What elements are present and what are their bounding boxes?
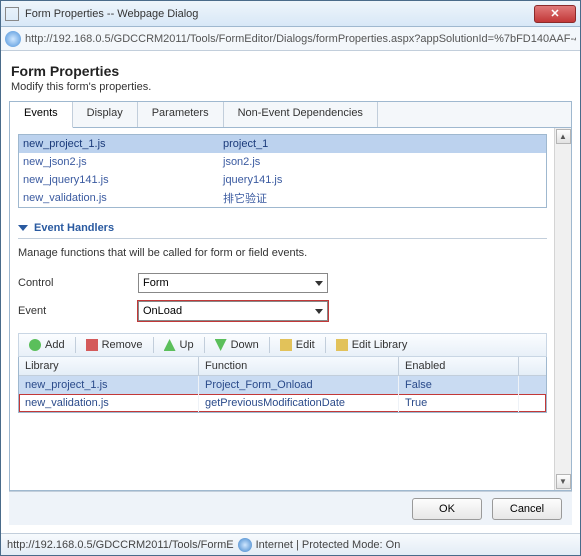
app-icon — [5, 7, 19, 21]
address-bar: http://192.168.0.5/GDCCRM2011/Tools/Form… — [1, 27, 580, 51]
event-row: Event OnLoad — [18, 299, 547, 323]
scroll-up-button[interactable]: ▲ — [556, 129, 571, 144]
dialog-window: Form Properties -- Webpage Dialog ✕ http… — [0, 0, 581, 556]
tab-events[interactable]: Events — [10, 102, 73, 128]
section-description: Manage functions that will be called for… — [18, 247, 547, 259]
cell-library: new_project_1.js — [19, 376, 199, 394]
library-name: project_1 — [223, 138, 268, 150]
status-bar: http://192.168.0.5/GDCCRM2011/Tools/Form… — [1, 533, 580, 555]
event-select[interactable]: OnLoad — [138, 301, 328, 321]
status-zone: Internet | Protected Mode: On — [256, 539, 401, 551]
scroll-down-button[interactable]: ▼ — [556, 474, 571, 489]
grid-row[interactable]: new_validation.js getPreviousModificatio… — [19, 394, 546, 412]
remove-icon — [86, 339, 98, 351]
dialog-button-bar: OK Cancel — [9, 491, 572, 525]
edit-library-button[interactable]: Edit Library — [330, 337, 414, 353]
arrow-down-icon — [215, 339, 227, 351]
grid-row[interactable]: new_project_1.js Project_Form_Onload Fal… — [19, 376, 546, 394]
control-select[interactable]: Form — [138, 273, 328, 293]
close-button[interactable]: ✕ — [534, 5, 576, 23]
library-file: new_jquery141.js — [23, 174, 223, 186]
library-icon — [336, 339, 348, 351]
event-label: Event — [18, 305, 138, 317]
library-row[interactable]: new_jquery141.js jquery141.js — [19, 171, 546, 189]
page-subtitle: Modify this form's properties. — [11, 81, 570, 93]
col-function[interactable]: Function — [199, 357, 399, 375]
arrow-up-icon — [164, 339, 176, 351]
control-value: Form — [143, 277, 169, 289]
library-row[interactable]: new_project_1.js project_1 — [19, 135, 546, 153]
library-row[interactable]: new_validation.js 排它验证 — [19, 189, 546, 207]
title-bar: Form Properties -- Webpage Dialog ✕ — [1, 1, 580, 27]
cell-function: getPreviousModificationDate — [199, 394, 399, 412]
event-handlers-section: Event Handlers Manage functions that wil… — [18, 222, 547, 413]
plus-icon — [29, 339, 41, 351]
chevron-down-icon — [315, 309, 323, 314]
handlers-toolbar: Add Remove Up Down Edit Edit Library — [18, 333, 547, 357]
status-path: http://192.168.0.5/GDCCRM2011/Tools/Form… — [7, 539, 234, 551]
library-name: jquery141.js — [223, 174, 282, 186]
handlers-grid: Library Function Enabled new_project_1.j… — [18, 357, 547, 413]
page-header: Form Properties Modify this form's prope… — [9, 59, 572, 101]
col-library[interactable]: Library — [19, 357, 199, 375]
section-header[interactable]: Event Handlers — [18, 222, 547, 239]
url-text: http://192.168.0.5/GDCCRM2011/Tools/Form… — [25, 33, 576, 45]
page-title: Form Properties — [11, 63, 570, 79]
col-enabled[interactable]: Enabled — [399, 357, 519, 375]
library-name: json2.js — [223, 156, 260, 168]
cell-function: Project_Form_Onload — [199, 376, 399, 394]
down-button[interactable]: Down — [209, 337, 265, 353]
library-row[interactable]: new_json2.js json2.js — [19, 153, 546, 171]
library-file: new_json2.js — [23, 156, 223, 168]
client-area: Form Properties Modify this form's prope… — [1, 51, 580, 533]
ie-icon — [5, 31, 21, 47]
pencil-icon — [280, 339, 292, 351]
section-title: Event Handlers — [34, 222, 114, 234]
main-panel: Events Display Parameters Non-Event Depe… — [9, 101, 572, 491]
control-label: Control — [18, 277, 138, 289]
tab-parameters[interactable]: Parameters — [138, 102, 224, 127]
tab-strip: Events Display Parameters Non-Event Depe… — [10, 102, 571, 128]
grid-header: Library Function Enabled — [19, 357, 546, 376]
chevron-down-icon — [315, 281, 323, 286]
add-button[interactable]: Add — [23, 337, 71, 353]
cell-enabled: False — [399, 376, 519, 394]
tab-non-event-dependencies[interactable]: Non-Event Dependencies — [224, 102, 378, 127]
remove-button[interactable]: Remove — [80, 337, 149, 353]
library-file: new_project_1.js — [23, 138, 223, 150]
window-title: Form Properties -- Webpage Dialog — [25, 8, 534, 20]
library-name: 排它验证 — [223, 190, 267, 206]
cancel-button[interactable]: Cancel — [492, 498, 562, 520]
chevron-down-icon — [18, 225, 28, 231]
tab-display[interactable]: Display — [73, 102, 138, 127]
vertical-scrollbar[interactable]: ▲ ▼ — [554, 128, 571, 490]
cell-library: new_validation.js — [19, 394, 199, 412]
cell-enabled: True — [399, 394, 519, 412]
up-button[interactable]: Up — [158, 337, 200, 353]
control-row: Control Form — [18, 271, 547, 295]
libraries-list[interactable]: new_project_1.js project_1 new_json2.js … — [18, 134, 547, 208]
ok-button[interactable]: OK — [412, 498, 482, 520]
globe-icon — [238, 538, 252, 552]
event-value: OnLoad — [143, 305, 182, 317]
tab-content: new_project_1.js project_1 new_json2.js … — [10, 128, 571, 490]
library-file: new_validation.js — [23, 192, 223, 204]
edit-button[interactable]: Edit — [274, 337, 321, 353]
